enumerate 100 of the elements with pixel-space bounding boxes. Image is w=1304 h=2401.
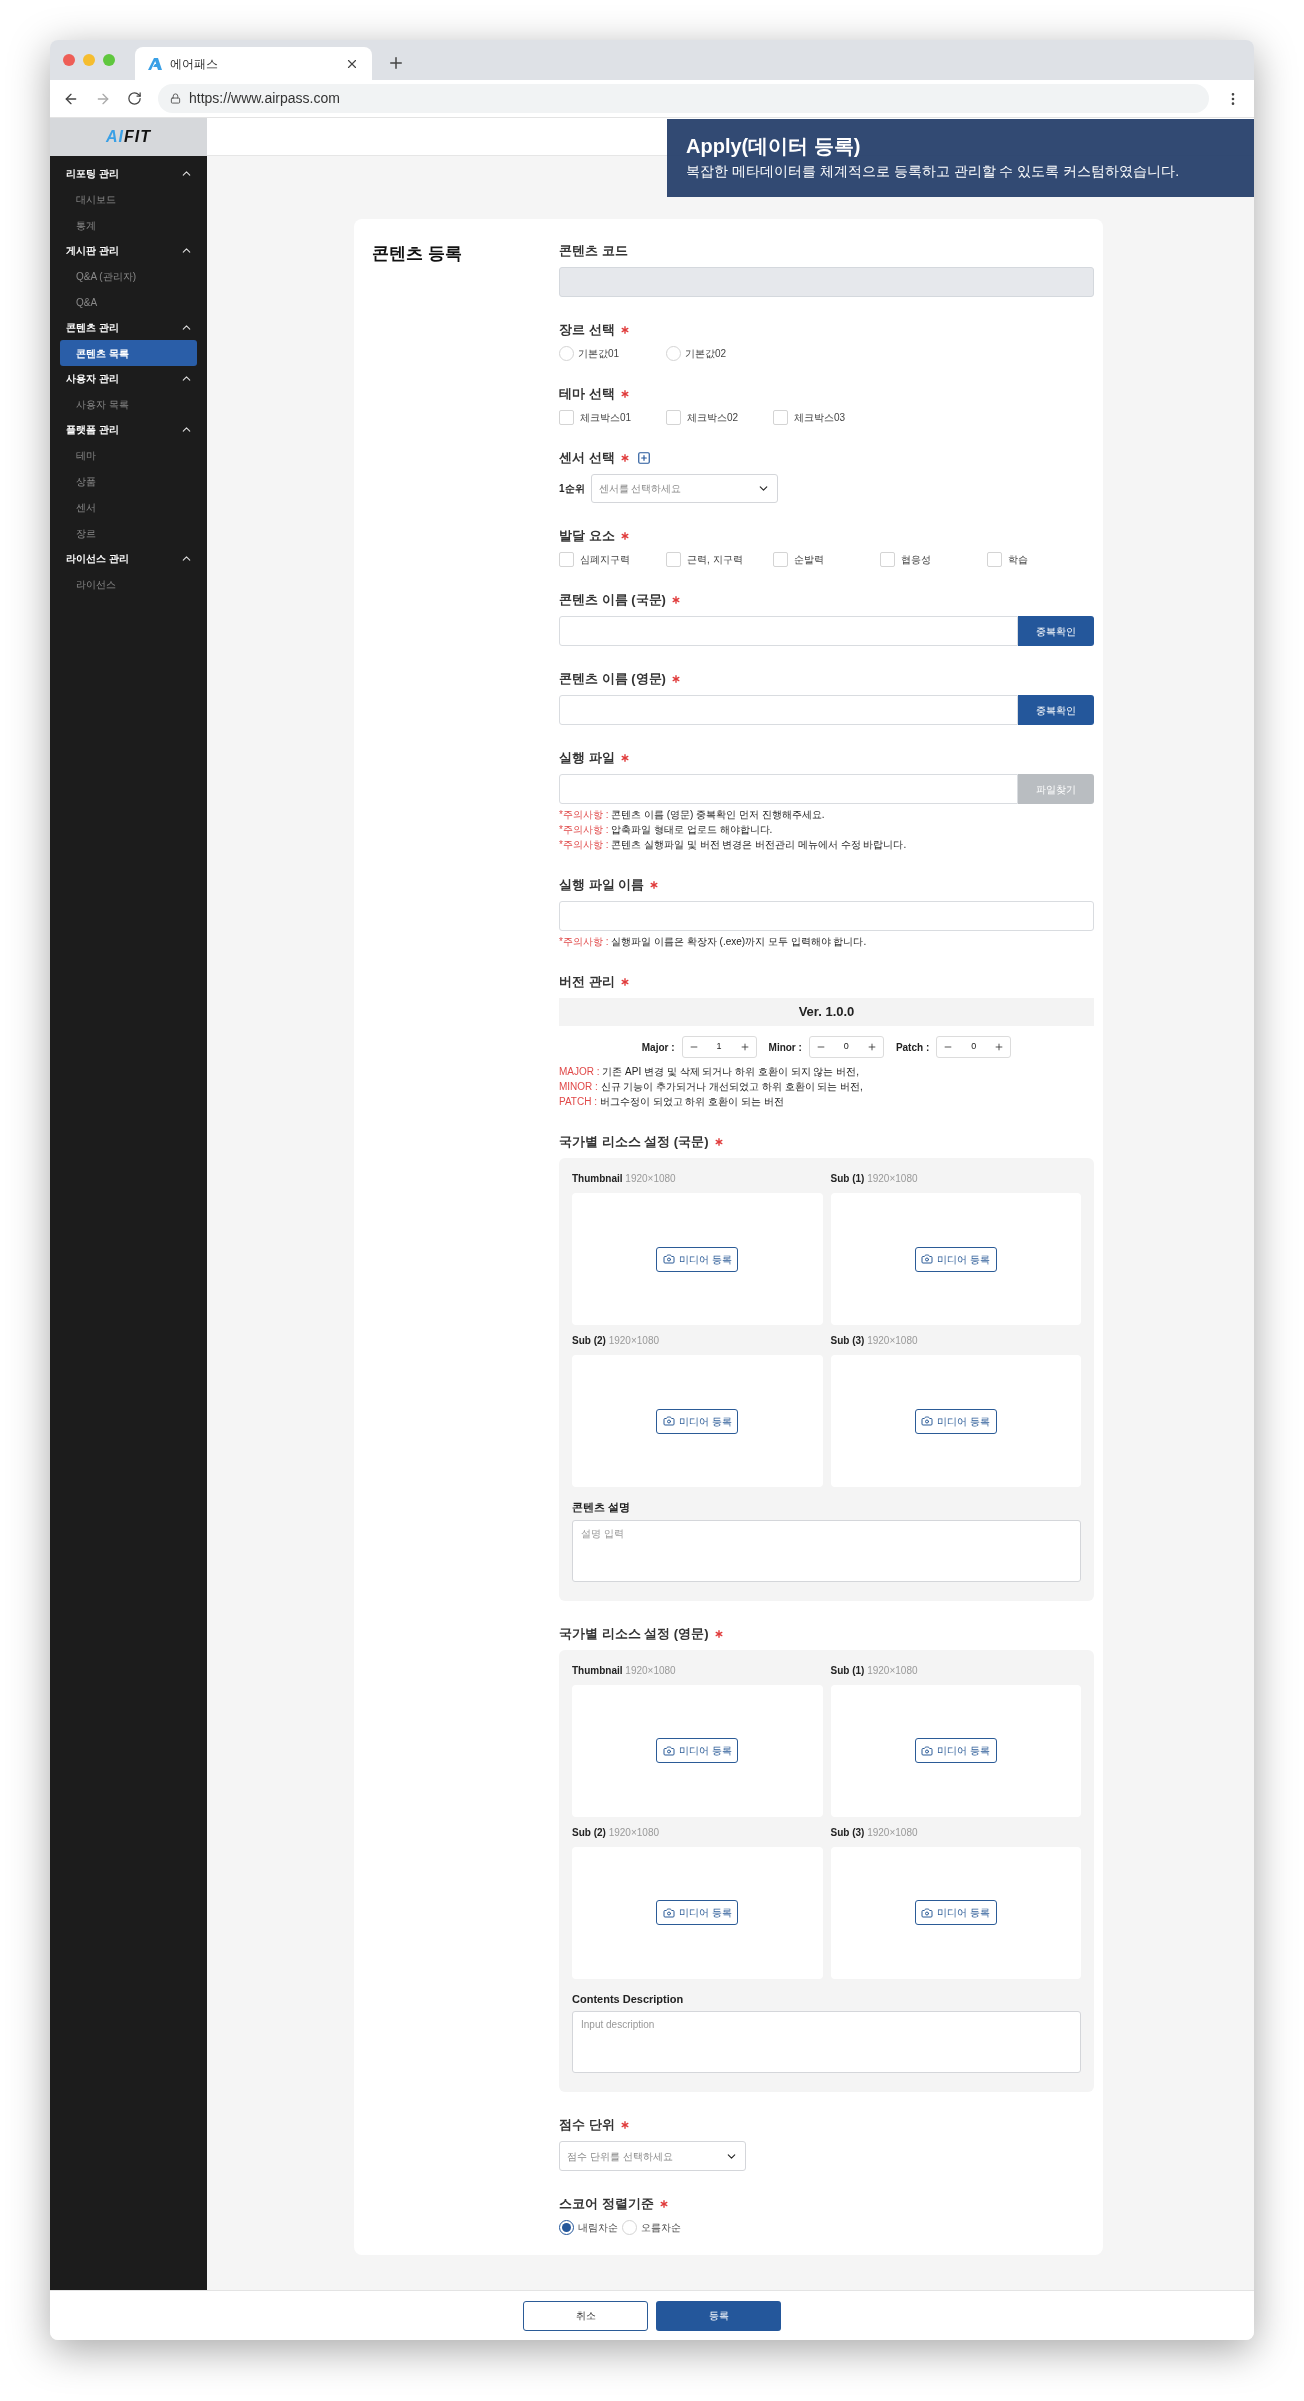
text-field[interactable]	[559, 616, 1018, 646]
radio-option[interactable]: 오름차순	[622, 2220, 681, 2235]
description-field[interactable]: Input description	[572, 2011, 1081, 2073]
menu-item[interactable]: 테마	[60, 442, 197, 468]
description-field[interactable]: 설명 입력	[572, 1519, 1081, 1582]
sensor-select[interactable]: 센서를 선택하세요	[590, 474, 778, 503]
text-field[interactable]	[559, 774, 1018, 804]
slot-label: Sub (2) 1920×1080	[572, 1334, 660, 1348]
menu-item[interactable]: 장르	[60, 520, 197, 546]
checkbox-icon[interactable]	[666, 410, 681, 425]
slot-label: Sub (1) 1920×1080	[830, 1663, 919, 1678]
checkbox-option[interactable]: 근력, 지구력	[666, 552, 773, 567]
banner-title: Apply(데이터 등록)	[686, 134, 862, 159]
menu-item[interactable]: 상품	[60, 468, 197, 494]
menu-group[interactable]: 사용자 관리	[66, 371, 119, 386]
menu-group[interactable]: 라이선스 관리	[66, 551, 129, 566]
checkbox-option[interactable]: 학습	[987, 552, 1094, 567]
menu-item[interactable]: 콘텐츠 목록	[60, 340, 197, 366]
checkbox-option[interactable]: 체크박스02	[666, 410, 773, 425]
radio-option[interactable]: 내림차순	[559, 2220, 618, 2235]
number-stepper[interactable]: 0	[936, 1036, 1012, 1058]
rank-label: 1순위	[559, 482, 585, 496]
media-button[interactable]: 미디어 등록	[914, 1408, 997, 1434]
field-label: 장르 선택	[559, 321, 615, 340]
media-button[interactable]: 미디어 등록	[656, 1900, 739, 1925]
checkbox-icon[interactable]	[987, 552, 1002, 567]
plus-icon[interactable]	[739, 1042, 750, 1052]
check-button[interactable]: 중복확인	[1018, 616, 1094, 646]
slot-label: Sub (2) 1920×1080	[572, 1825, 660, 1840]
menu-group[interactable]: 플랫폼 관리	[66, 422, 119, 437]
menu-item[interactable]: 사용자 목록	[60, 391, 197, 417]
checkbox-option[interactable]: 체크박스01	[559, 410, 666, 425]
menu-item[interactable]: 센서	[60, 494, 197, 520]
description-label: Contents Description	[572, 1991, 685, 2007]
field-label: 국가별 리소스 설정 (국문)	[559, 1133, 709, 1152]
stepper-label: Minor :	[768, 1040, 802, 1055]
logo-icon	[148, 57, 162, 70]
field-label: 실행 파일 이름	[559, 876, 645, 895]
menu-item[interactable]: 라이선스	[60, 571, 197, 597]
note-text: *주의사항 : 콘텐츠 실행파일 및 버전 변경은 버전관리 메뉴에서 수정 바랍니다.	[559, 838, 908, 852]
checkbox-icon[interactable]	[559, 410, 574, 425]
note-text: *주의사항 : 콘텐츠 이름 (영문) 중복확인 먼저 진행해주세요.	[559, 808, 826, 822]
add-icon[interactable]	[636, 451, 651, 465]
checkbox-option[interactable]: 심폐지구력	[559, 552, 666, 567]
version-display: Ver. 1.0.0	[559, 998, 1094, 1026]
media-button[interactable]: 미디어 등록	[656, 1246, 739, 1272]
stepper-label: Major :	[641, 1040, 675, 1055]
camera-icon[interactable]	[662, 1253, 675, 1265]
menu-item[interactable]: Q&A (관리자)	[60, 263, 197, 289]
camera-icon[interactable]	[662, 1415, 675, 1427]
number-stepper[interactable]: 1	[681, 1036, 757, 1058]
new-tab-icon[interactable]	[387, 54, 405, 72]
camera-icon[interactable]	[921, 1906, 934, 1919]
address-bar[interactable]: https://www.airpass.com	[158, 84, 1209, 113]
camera-icon[interactable]	[921, 1415, 934, 1427]
plus-icon[interactable]	[866, 1042, 877, 1052]
media-button[interactable]: 미디어 등록	[914, 1246, 997, 1272]
checkbox-option[interactable]: 체크박스03	[773, 410, 880, 425]
camera-icon[interactable]	[662, 1906, 675, 1919]
text-field[interactable]	[559, 695, 1018, 725]
logo[interactable]: AIFIT	[106, 125, 151, 149]
banner-text: 복잡한 메타데이터를 체계적으로 등록하고 관리할 수 있도록 커스텀하였습니다.	[686, 162, 1181, 181]
camera-icon[interactable]	[921, 1253, 934, 1265]
cancel-button[interactable]: 취소	[523, 2300, 648, 2331]
note-text: MINOR : 신규 기능이 추가되거나 개선되었고 하위 호환이 되는 버전,	[559, 1080, 864, 1094]
radio-option[interactable]: 기본값01	[559, 346, 666, 361]
camera-icon[interactable]	[662, 1744, 675, 1757]
field-label: 발달 요소	[559, 527, 615, 546]
media-button[interactable]: 미디어 등록	[656, 1408, 739, 1434]
text-field[interactable]	[559, 901, 1094, 931]
checkbox-option[interactable]: 순발력	[773, 552, 880, 567]
browser-tab[interactable]: 에어패스	[135, 47, 372, 80]
plus-icon[interactable]	[994, 1042, 1005, 1052]
radio-option[interactable]: 기본값02	[666, 346, 773, 361]
check-button[interactable]: 중복확인	[1018, 695, 1094, 725]
checkbox-icon[interactable]	[773, 410, 788, 425]
reload-icon[interactable]	[127, 91, 142, 106]
select-field[interactable]: 점수 단위를 선택하세요	[559, 2141, 746, 2171]
menu-item[interactable]: 통계	[60, 212, 197, 238]
number-stepper[interactable]: 0	[808, 1036, 884, 1058]
menu-item[interactable]: Q&A	[60, 289, 197, 315]
media-button[interactable]: 미디어 등록	[914, 1900, 997, 1925]
field-label: 테마 선택	[559, 385, 615, 404]
camera-icon[interactable]	[921, 1744, 934, 1757]
menu-item[interactable]: 대시보드	[60, 186, 197, 212]
checkbox-icon[interactable]	[773, 552, 788, 567]
media-button[interactable]: 미디어 등록	[656, 1738, 739, 1763]
checkbox-icon[interactable]	[559, 552, 574, 567]
field-label: 실행 파일	[559, 749, 615, 768]
submit-button[interactable]: 등록	[656, 2300, 781, 2331]
checkbox-option[interactable]: 협응성	[880, 552, 987, 567]
note-text: *주의사항 : 실행파일 이름은 확장자 (.exe)까지 모두 입력해야 합니다.	[559, 935, 868, 949]
menu-group[interactable]: 리포팅 관리	[66, 166, 119, 181]
menu-group[interactable]: 콘텐츠 관리	[66, 320, 119, 335]
checkbox-icon[interactable]	[880, 552, 895, 567]
checkbox-icon[interactable]	[666, 552, 681, 567]
note-text: PATCH : 버그수정이 되었고 하위 호환이 되는 버전	[559, 1095, 785, 1109]
note-text: MAJOR : 기존 API 변경 및 삭제 되거나 하위 호환이 되지 않는 버전,	[559, 1065, 861, 1079]
media-button[interactable]: 미디어 등록	[914, 1738, 997, 1763]
menu-group[interactable]: 게시판 관리	[66, 243, 119, 258]
